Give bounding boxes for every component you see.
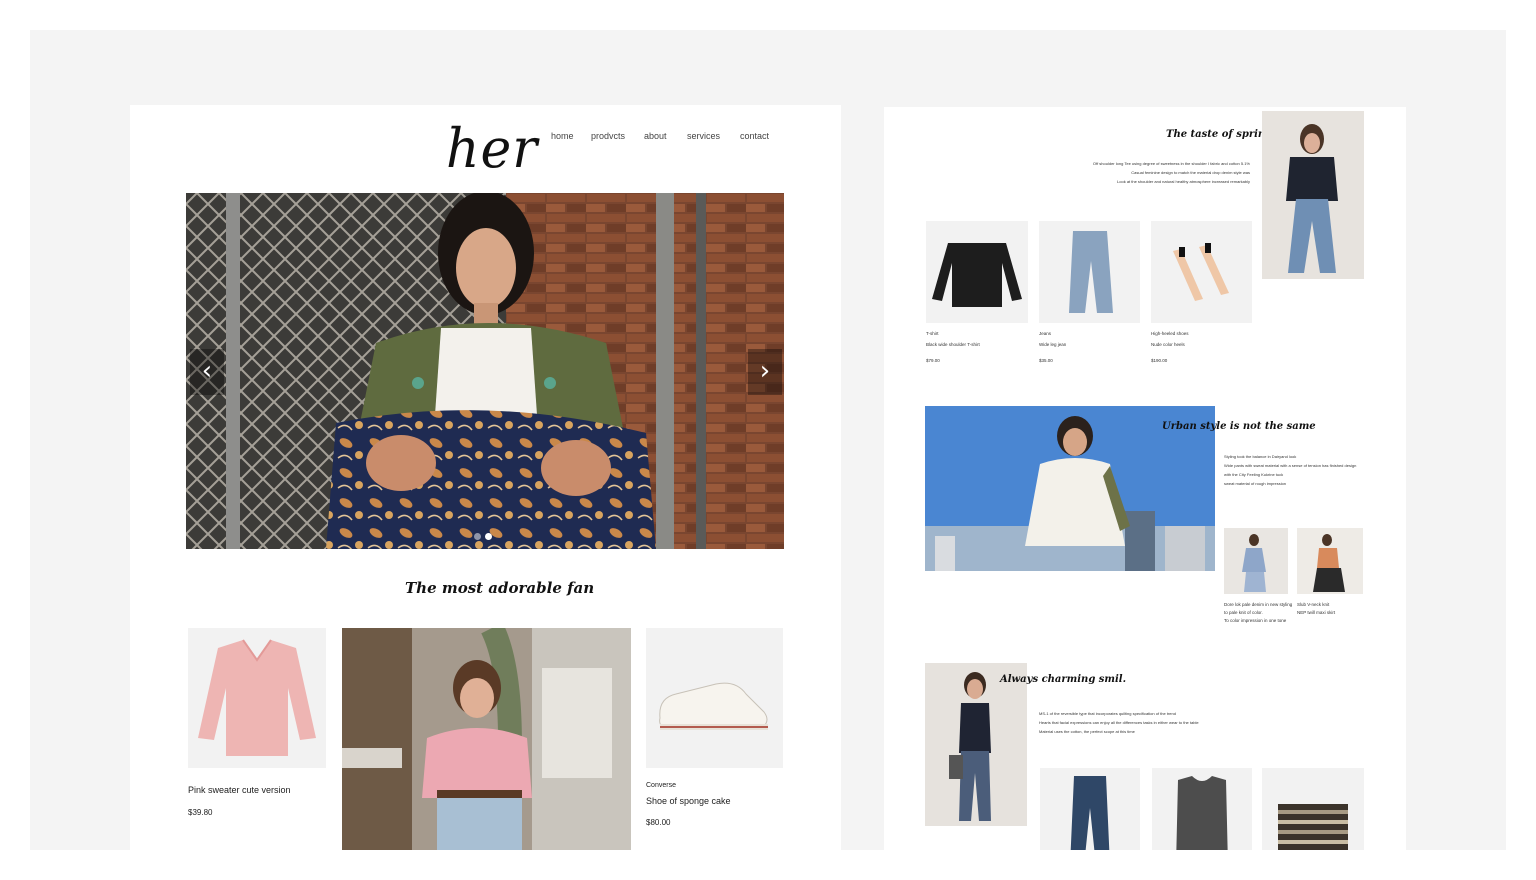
hero-slider[interactable]: ‹ › (186, 193, 784, 549)
section-description: Off shoulder long Tee using degree of sw… (1093, 159, 1250, 186)
showcase-background: her home prodvcts about services contact (30, 30, 1506, 850)
product-name[interactable]: Shoe of sponge cake (646, 796, 731, 806)
section-title-charming: Always charming smil. (1000, 674, 1127, 685)
product-image-skinny-jeans[interactable] (1040, 768, 1140, 850)
look-caption: Slub V-neck knit NEP twill maxi skirt (1297, 601, 1335, 617)
slider-dots (472, 527, 494, 545)
desc-line: with the City Feeling Kukrine tuck (1224, 472, 1284, 477)
caption-line: Dore lok pale denim in new styling (1224, 602, 1293, 607)
product-price: $80.00 (646, 818, 671, 827)
desc-line: Casual feminine design to match the mate… (1131, 170, 1250, 175)
product-name[interactable]: Wide leg jean (1039, 342, 1066, 347)
tank-top-image (1176, 776, 1228, 850)
caption-line: Slub V-neck knit (1297, 602, 1330, 607)
section-title-urban: Urban style is not the same (1162, 421, 1316, 432)
section-title: The most adorable fan (405, 579, 595, 597)
model-photo (949, 672, 991, 821)
nav-services[interactable]: services (687, 131, 720, 141)
product-category: Jeans (1039, 331, 1052, 336)
slider-dot-active[interactable] (485, 533, 492, 540)
denim-look-image (1242, 534, 1266, 592)
product-image-tshirt[interactable] (926, 221, 1028, 323)
product-name[interactable]: Nude color heels (1151, 342, 1185, 347)
product-price: $39.80 (188, 808, 213, 817)
slider-dot[interactable] (474, 533, 481, 540)
caption-line: NEP twill maxi skirt (1297, 610, 1336, 615)
product-category: T-shirt (926, 331, 939, 336)
model-photo (342, 628, 631, 850)
homepage-mockup: her home prodvcts about services contact (130, 105, 841, 850)
lookbook-mockup: The taste of spring Off shoulder long Te… (884, 107, 1406, 850)
pink-sweater-image (198, 639, 316, 756)
slider-next-button[interactable]: › (748, 349, 782, 395)
product-image-heels[interactable] (1151, 221, 1252, 323)
product-name[interactable]: Pink sweater cute version (188, 785, 291, 795)
product-category: High-heeled shoes (1151, 331, 1189, 336)
desc-line: Look at the shoulder and natural healthy… (1117, 179, 1250, 184)
desc-line: sweat material of rough impression (1224, 481, 1287, 486)
heels-image (1173, 243, 1229, 301)
caption-line: to pale knit of color. (1224, 610, 1263, 615)
product-image-sneaker[interactable] (646, 628, 783, 768)
striped-clutch-image (1278, 804, 1348, 850)
product-name[interactable]: Black wide shoulder T-shirt (926, 342, 980, 347)
black-tshirt-image (932, 243, 1022, 307)
desc-line: Material uses the cotton, the perfect sc… (1039, 729, 1135, 734)
product-brand: Converse (646, 782, 676, 789)
nav-products[interactable]: prodvcts (591, 131, 625, 141)
desc-line: Off shoulder long Tee using degree of sw… (1092, 161, 1250, 166)
model-photo (1286, 124, 1338, 273)
charming-model-photo[interactable] (925, 663, 1027, 826)
product-price: $35.00 (1039, 358, 1053, 363)
knit-look-image (1313, 534, 1345, 592)
product-image-jeans[interactable] (1039, 221, 1140, 323)
section-description: MS-1 of the reversible type that incorpo… (1039, 709, 1199, 736)
hero-photo (186, 193, 784, 549)
sneaker-image (659, 682, 768, 730)
main-nav: home prodvcts about services contact (540, 131, 780, 151)
desc-line: Wide pants with sweat material with a se… (1224, 463, 1357, 468)
jeans-image (1069, 231, 1113, 313)
skinny-jeans-image (1070, 776, 1110, 850)
section-description: Styling took the balance in Dairyand loo… (1224, 452, 1356, 488)
section-title-spring: The taste of spring (1166, 129, 1273, 140)
desc-line: Styling took the balance in Dairyand loo… (1224, 454, 1297, 459)
product-image-clutch[interactable] (1262, 768, 1364, 850)
look-photo-knit[interactable] (1297, 528, 1363, 594)
look-caption: Dore lok pale denim in new styling to pa… (1224, 601, 1292, 625)
product-model-photo[interactable] (342, 628, 631, 850)
caption-line: To color impression in one tone (1224, 618, 1287, 623)
desc-line: MS-1 of the reversible type that incorpo… (1039, 711, 1176, 716)
product-price: $190.00 (1151, 358, 1168, 363)
look-photo-denim[interactable] (1224, 528, 1288, 594)
product-image-tank-top[interactable] (1152, 768, 1252, 850)
spring-model-photo[interactable] (1262, 111, 1364, 279)
desc-line: Hearts that facial expressions can enjoy… (1039, 720, 1199, 725)
nav-contact[interactable]: contact (740, 131, 769, 141)
brand-logo[interactable]: her (446, 118, 538, 181)
nav-home[interactable]: home (551, 131, 574, 141)
product-image-pink-sweater[interactable] (188, 628, 326, 768)
slider-prev-button[interactable]: ‹ (190, 349, 224, 395)
nav-about[interactable]: about (644, 131, 667, 141)
product-price: $79.00 (926, 358, 940, 363)
